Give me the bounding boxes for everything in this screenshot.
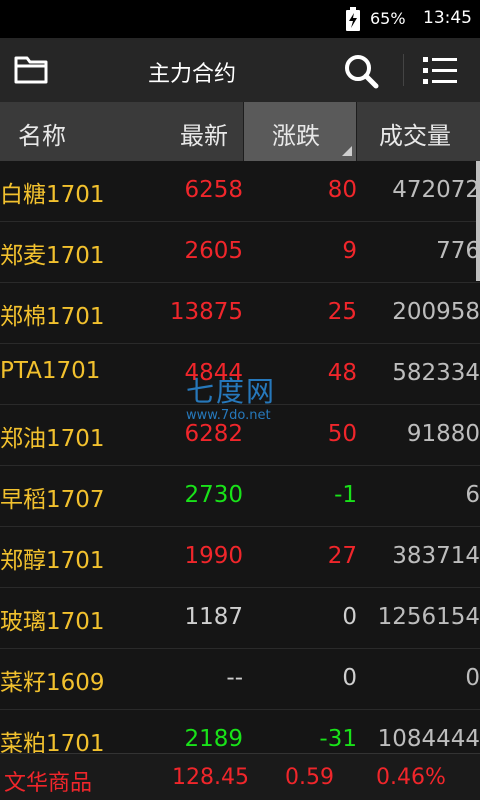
column-divider: [243, 102, 244, 161]
status-bar: 65% 13:45: [0, 0, 480, 38]
clock: 13:45: [423, 8, 472, 28]
header-divider: [403, 54, 404, 86]
latest-price: 1990: [184, 543, 243, 569]
volume: 1256154: [377, 604, 480, 630]
battery-level: 65%: [370, 9, 406, 28]
price-change: 25: [327, 299, 357, 325]
latest-price: 1187: [184, 604, 243, 630]
column-volume[interactable]: 成交量: [379, 116, 451, 151]
contract-name: 郑油1701: [0, 426, 105, 452]
ticker-change: 0.59: [285, 765, 334, 790]
latest-price: 2730: [184, 482, 243, 508]
watermark: 七度网 www.7do.net: [186, 370, 296, 430]
contract-name: 郑醇1701: [0, 548, 105, 574]
list-item[interactable]: 玻璃1701 1187 0 1256154: [0, 588, 480, 649]
column-divider: [356, 102, 357, 161]
volume: 200958: [392, 299, 480, 325]
volume: 582334: [392, 360, 480, 386]
price-change: 48: [327, 360, 357, 386]
watermark-brand: 七度网: [186, 375, 277, 408]
battery-charging-icon: [346, 7, 360, 31]
price-change: 0: [342, 665, 357, 691]
price-change: 27: [327, 543, 357, 569]
ticker-name: 文华商品: [4, 771, 93, 796]
contract-list: 白糖1701 6258 80 472072 郑麦1701 2605 9 776 …: [0, 161, 480, 753]
latest-price: 2189: [184, 726, 243, 752]
ticker-percent: 0.46%: [376, 765, 446, 790]
column-change[interactable]: 涨跌: [272, 116, 320, 151]
contract-name: PTA1701: [0, 358, 101, 384]
list-menu-icon[interactable]: [421, 54, 459, 86]
latest-price: 2605: [184, 238, 243, 264]
list-item[interactable]: 白糖1701 6258 80 472072: [0, 161, 480, 222]
column-name[interactable]: 名称: [18, 116, 66, 151]
list-item[interactable]: 郑醇1701 1990 27 383714: [0, 527, 480, 588]
volume: 776: [436, 238, 480, 264]
volume: 472072: [392, 177, 480, 203]
ticker-price: 128.45: [172, 765, 249, 790]
latest-price: 13875: [169, 299, 243, 325]
watermark-site: www.7do.net: [186, 408, 271, 423]
list-item[interactable]: 菜籽1609 -- 0 0: [0, 649, 480, 710]
app-header: 主力合约: [0, 38, 480, 102]
price-change: 9: [342, 238, 357, 264]
page-title: 主力合约: [147, 62, 236, 87]
volume: 91880: [406, 421, 480, 447]
contract-name: 菜粕1701: [0, 731, 105, 753]
list-item[interactable]: 菜粕1701 2189 -31 1084444: [0, 710, 480, 753]
contract-name: 郑棉1701: [0, 304, 105, 330]
search-icon[interactable]: [341, 51, 381, 91]
sort-indicator-icon: [342, 146, 352, 156]
price-change: 0: [342, 604, 357, 630]
index-ticker[interactable]: 文华商品 128.45 0.59 0.46%: [0, 753, 480, 800]
price-change: 50: [327, 421, 357, 447]
price-change: -31: [319, 726, 357, 752]
contract-name: 菜籽1609: [0, 670, 105, 696]
volume: 0: [465, 665, 480, 691]
list-item[interactable]: 郑棉1701 13875 25 200958: [0, 283, 480, 344]
contract-name: 郑麦1701: [0, 243, 105, 269]
scrollbar[interactable]: [476, 161, 480, 281]
contract-name: 玻璃1701: [0, 609, 105, 635]
contract-name: 白糖1701: [0, 182, 105, 208]
volume: 383714: [392, 543, 480, 569]
column-header: 名称 最新 涨跌 成交量: [0, 102, 480, 161]
latest-price: --: [226, 665, 243, 691]
column-latest[interactable]: 最新: [180, 116, 228, 151]
latest-price: 6258: [184, 177, 243, 203]
contract-name: 早稻1707: [0, 487, 105, 513]
price-change: 80: [327, 177, 357, 203]
volume: 6: [465, 482, 480, 508]
list-item[interactable]: 郑麦1701 2605 9 776: [0, 222, 480, 283]
price-change: -1: [334, 482, 357, 508]
list-item[interactable]: 早稻1707 2730 -1 6: [0, 466, 480, 527]
volume: 1084444: [377, 726, 480, 752]
